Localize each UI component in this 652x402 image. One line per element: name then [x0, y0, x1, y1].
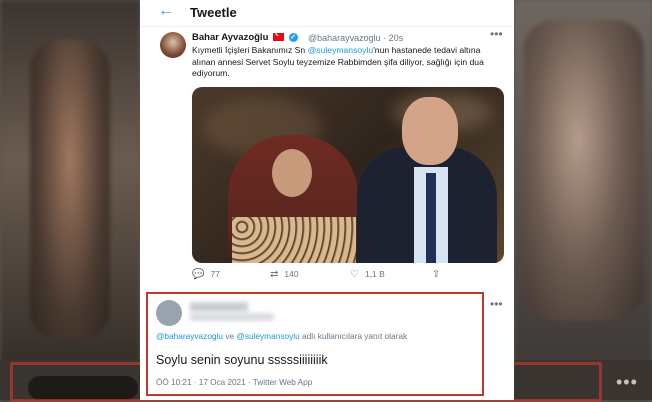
- verified-icon: ✓: [288, 32, 298, 42]
- replying-to: @baharayvazoglu ve @suleymansoylu adlı k…: [156, 331, 407, 341]
- replying-suffix: adlı kullanıcılara yanıt olarak: [299, 331, 408, 341]
- heart-icon: ♡: [350, 269, 359, 280]
- replying-mention[interactable]: @suleymansoylu: [236, 331, 299, 341]
- arrow-left-icon[interactable]: ←: [158, 2, 174, 20]
- author-handle-time[interactable]: @baharayvazoglu · 20s: [308, 33, 403, 43]
- share-icon: ⇪: [432, 269, 441, 280]
- like-count: 1,1 B: [364, 269, 385, 279]
- reply-icon: 💬: [192, 269, 205, 280]
- photo-man-face: [402, 97, 458, 165]
- retweet-icon: ⇄: [270, 269, 279, 280]
- author-avatar[interactable]: [160, 32, 186, 58]
- author-name[interactable]: Bahar Ayvazoğlu: [192, 32, 268, 43]
- tweet-card: ← Tweetle Bahar Ayvazoğlu ✓ @baharayvazo…: [140, 0, 514, 400]
- background-left-blur: [0, 0, 140, 400]
- retweet-button[interactable]: ⇄ 140: [270, 269, 299, 280]
- reply-author-avatar-blurred[interactable]: [156, 300, 182, 326]
- like-button[interactable]: ♡ 1,1 B: [350, 269, 385, 280]
- tweet-header: ← Tweetle: [140, 0, 514, 27]
- background-figure: [30, 40, 110, 340]
- tweet-photo[interactable]: [192, 87, 504, 263]
- tweet-actions: 💬 77 ⇄ 140 ♡ 1,1 B ⇪: [192, 269, 504, 283]
- tweet-text: Kıymetli İçişleri Bakanımız Sn @suleyman…: [192, 45, 504, 80]
- mention-link[interactable]: @suleymansoylu: [308, 45, 374, 55]
- photo-tie: [426, 173, 436, 263]
- more-icon[interactable]: •••: [490, 27, 503, 41]
- replying-mention[interactable]: @baharayvazoglu: [156, 331, 223, 341]
- background-more-icon: •••: [616, 372, 638, 392]
- reply-button[interactable]: 💬 77: [192, 269, 220, 280]
- retweet-count: 140: [284, 269, 299, 279]
- reply-count: 77: [210, 269, 220, 279]
- photo-leopard-garment: [232, 217, 356, 263]
- replying-join: ve: [223, 331, 237, 341]
- background-figure: [524, 20, 644, 320]
- tweet-text-part: Kıymetli İçişleri Bakanımız Sn: [192, 45, 308, 55]
- turkey-flag-icon: [273, 30, 285, 42]
- page-title: Tweetle: [190, 5, 237, 20]
- share-button[interactable]: ⇪: [432, 269, 446, 280]
- reply-author-name-blurred: [190, 302, 248, 312]
- reply-timestamp[interactable]: ÖÖ 10:21 · 17 Oca 2021 · Twitter Web App: [156, 378, 312, 387]
- author-name-row[interactable]: Bahar Ayvazoğlu ✓: [192, 30, 298, 43]
- background-right-blur: [514, 0, 652, 400]
- photo-woman-face: [272, 149, 312, 197]
- reply-more-icon[interactable]: •••: [490, 297, 503, 311]
- reply-text: Soylu senin soyunu sssssiiiiiiiik: [156, 353, 328, 367]
- reply-author-handle-blurred: [190, 313, 274, 321]
